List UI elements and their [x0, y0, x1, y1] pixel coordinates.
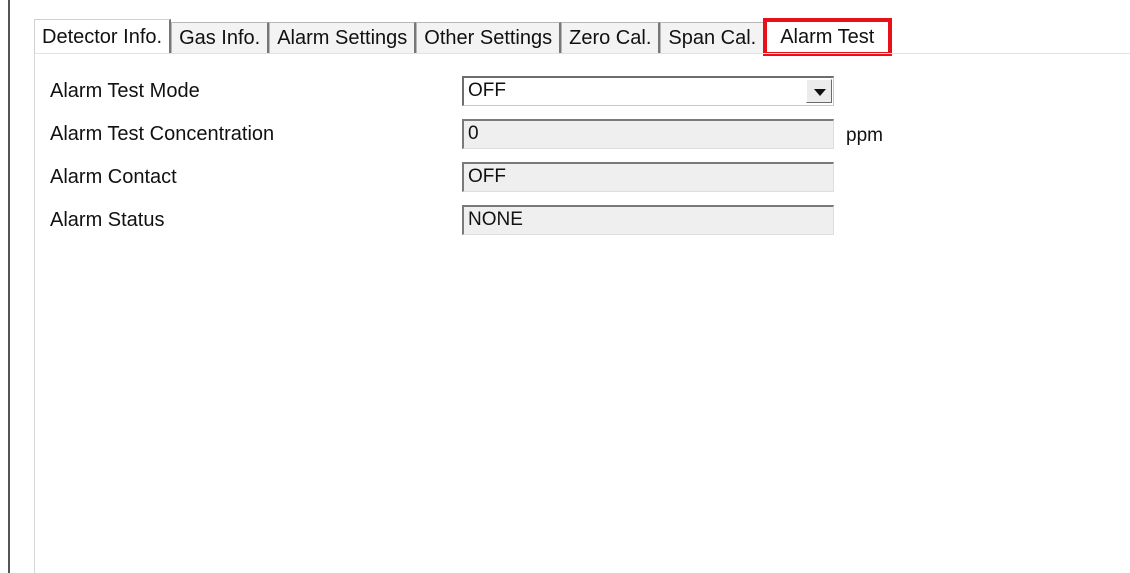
tab-span-cal[interactable]: Span Cal. [660, 22, 766, 54]
alarm-status-value: NONE [468, 209, 523, 230]
tab-zero-cal[interactable]: Zero Cal. [561, 22, 661, 54]
alarm-test-mode-label: Alarm Test Mode [50, 80, 200, 102]
alarm-status-row: Alarm Status NONE [50, 205, 950, 237]
concentration-unit: ppm [846, 125, 883, 146]
tab-gas-info[interactable]: Gas Info. [171, 22, 270, 54]
tab-other-settings[interactable]: Other Settings [416, 22, 562, 54]
alarm-test-concentration-row: Alarm Test Concentration 0 ppm [50, 119, 950, 151]
alarm-status-field: NONE [462, 205, 834, 235]
chevron-down-icon [814, 89, 826, 96]
alarm-test-mode-select[interactable]: OFF [462, 76, 834, 106]
panel-left-border [34, 53, 35, 573]
alarm-contact-value: OFF [468, 166, 506, 187]
tab-bar: Detector Info. Gas Info. Alarm Settings … [34, 18, 893, 56]
alarm-contact-label: Alarm Contact [50, 166, 177, 188]
alarm-test-mode-value: OFF [468, 80, 506, 101]
dropdown-button[interactable] [806, 79, 832, 103]
tab-alarm-settings[interactable]: Alarm Settings [269, 22, 417, 54]
tab-detector-info[interactable]: Detector Info. [34, 19, 172, 54]
panel-top-border [34, 53, 1130, 54]
alarm-status-label: Alarm Status [50, 209, 165, 231]
window-left-border [8, 0, 10, 573]
alarm-contact-field: OFF [462, 162, 834, 192]
alarm-test-window: Detector Info. Gas Info. Alarm Settings … [0, 0, 1130, 573]
alarm-test-concentration-value: 0 [468, 123, 479, 144]
alarm-test-concentration-label: Alarm Test Concentration [50, 123, 275, 145]
alarm-contact-row: Alarm Contact OFF [50, 162, 950, 194]
alarm-test-concentration-field: 0 [462, 119, 834, 149]
alarm-test-mode-row: Alarm Test Mode OFF [50, 76, 950, 108]
tab-alarm-test[interactable]: Alarm Test [763, 18, 893, 56]
